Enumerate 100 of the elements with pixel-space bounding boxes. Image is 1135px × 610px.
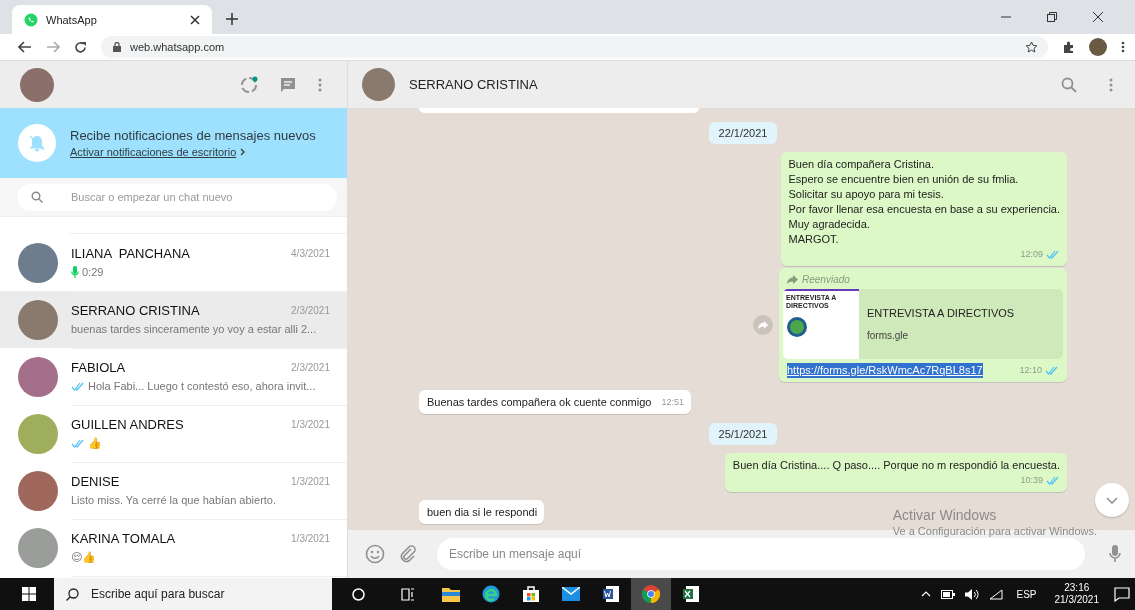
reload-icon[interactable] — [74, 40, 87, 54]
date-chip: 25/1/2021 — [708, 423, 778, 445]
muted-bell-icon — [18, 124, 56, 162]
contact-name: DENISE — [71, 474, 121, 489]
address-bar[interactable]: web.whatsapp.com — [101, 36, 1048, 58]
store-bag-icon[interactable] — [522, 585, 540, 603]
wifi-icon[interactable] — [989, 588, 1004, 600]
contact-avatar — [18, 242, 58, 283]
microphone-icon[interactable] — [1109, 545, 1121, 563]
double-check-icon — [71, 438, 85, 448]
contact-name: SERRANO CRISTINA — [71, 303, 201, 318]
more-icon[interactable] — [1121, 41, 1125, 53]
message-link[interactable]: https://forms.gle/RskWmcAc7RqBL8s17 — [787, 363, 983, 378]
message-preview: buenas tardes sinceramente yo voy a estar alli 2... — [71, 323, 317, 335]
back-arrow-icon[interactable] — [18, 41, 32, 53]
message-input[interactable]: Escribe un mensaje aquí — [437, 538, 1085, 570]
chat-date: 1/3/2021 — [291, 476, 330, 487]
language-indicator[interactable]: ESP — [1016, 588, 1037, 600]
chat-date: 4/3/2021 — [291, 248, 330, 259]
chat-date: 2/3/2021 — [291, 362, 330, 373]
chat-list-item[interactable]: DENISE 1/3/2021 Listo miss. Ya cerré la que habían abierto. — [0, 462, 347, 519]
contact-avatar — [18, 470, 58, 511]
message-preview: 👍 — [88, 436, 102, 450]
contact-avatar — [18, 413, 58, 454]
message-time: 10:39 — [1020, 474, 1043, 487]
chat-list-item[interactable]: ILIANA PANCHANA 4/3/2021 0:29 — [0, 234, 347, 291]
battery-icon[interactable] — [941, 589, 956, 599]
contact-name: GUILLEN ANDRES — [71, 416, 185, 432]
activation-title: Activar Windows — [892, 507, 998, 523]
chat-date: 1/3/2021 — [291, 532, 330, 544]
contact-name: ILIANA PANCHANA — [71, 246, 191, 261]
contact-name: KARINA TOMALA — [71, 530, 177, 546]
browser-e-icon[interactable] — [482, 585, 500, 603]
enable-notifications-link[interactable]: Activar notificaciones de escritorio — [70, 146, 237, 158]
folder-icon[interactable] — [442, 586, 460, 602]
task-view-icon[interactable] — [401, 587, 415, 601]
message-preview: Listo miss. Ya cerré la que habían abierto. — [71, 494, 277, 506]
status-icon[interactable] — [240, 75, 258, 94]
message-preview: Hola Fabi... Luego t contestó eso, ahora invit... — [88, 380, 316, 392]
double-check-icon — [71, 381, 85, 391]
spreadsheet-icon[interactable] — [682, 585, 700, 603]
link-domain: forms.gle — [867, 328, 910, 343]
chevron-up-icon[interactable] — [921, 591, 932, 597]
new-chat-icon[interactable] — [280, 76, 296, 93]
puzzle-icon[interactable] — [1062, 40, 1075, 54]
new-tab-icon[interactable] — [226, 13, 238, 25]
emblem-icon — [786, 316, 808, 338]
profile-avatar[interactable] — [1089, 38, 1107, 56]
star-icon[interactable] — [1025, 40, 1038, 54]
clock-time[interactable]: 23:16 — [1064, 582, 1090, 594]
message-time: 12:09 — [1020, 248, 1043, 261]
contact-name: FABIOLA — [71, 360, 127, 375]
search-field[interactable]: Buscar o empezar un chat nuevo — [17, 183, 337, 211]
chat-list-item[interactable]: FABIOLA 2/3/2021 Hola Fabi... Luego t contestó eso, ahora invit... — [0, 348, 347, 405]
taskbar-search-placeholder: Escribe aquí para buscar — [91, 587, 225, 601]
message-text: Buen día compañera Cristina. Espero se encuentre bien en unión de su fmlia. Solicitar su apoyo para mi tesis. Por favor llenar esa encuesta en base a su experiencia. Muy agradecida. MARGOT. — [788, 157, 1060, 247]
cortana-circle-icon[interactable] — [352, 587, 365, 601]
contact-name[interactable]: SERRANO CRISTINA — [409, 77, 538, 92]
link-title: ENTREVISTA A DIRECTIVOS — [867, 305, 1015, 321]
message-time: 12:51 — [661, 396, 684, 409]
clock-date[interactable]: 21/3/2021 — [1054, 594, 1099, 606]
contact-avatar — [18, 527, 58, 568]
chevron-down-icon — [1106, 496, 1118, 504]
notification-title: Recibe notificaciones de mensajes nuevos — [70, 128, 316, 143]
taskbar-search-field[interactable]: Escribe aquí para buscar — [54, 578, 332, 610]
search-icon[interactable] — [1061, 76, 1077, 93]
menu-icon[interactable] — [1109, 77, 1113, 92]
date-chip: 22/1/2021 — [708, 122, 778, 144]
chevron-right-icon — [240, 148, 246, 156]
paperclip-icon[interactable] — [399, 545, 417, 563]
mail-envelope-icon[interactable] — [562, 587, 580, 601]
menu-icon[interactable] — [318, 77, 322, 92]
close-icon[interactable] — [1093, 12, 1103, 22]
chat-list-item[interactable]: GUILLEN ANDRES 1/3/2021 👍 — [0, 405, 347, 462]
chat-date: 2/3/2021 — [291, 305, 330, 316]
search-icon — [31, 191, 43, 203]
browser-tab[interactable]: WhatsApp — [12, 5, 212, 34]
speaker-icon[interactable] — [965, 588, 980, 600]
chat-list-item[interactable]: SERRANO CRISTINA 2/3/2021 buenas tardes sinceramente yo voy a estar alli 2... — [0, 291, 347, 348]
taskbar-app-button[interactable] — [631, 578, 671, 610]
contact-avatar — [18, 299, 58, 340]
emoji-icon[interactable] — [365, 544, 385, 564]
restore-icon[interactable] — [1047, 12, 1057, 22]
chat-list-item[interactable]: KARINA TOMALA 1/3/2021 😌👍 — [0, 519, 347, 576]
lock-icon — [113, 42, 121, 52]
windows-logo-icon[interactable] — [22, 587, 36, 601]
user-avatar[interactable] — [20, 67, 54, 102]
word-document-icon[interactable] — [602, 585, 620, 603]
message-text: Buenas tardes compañera ok cuente conmigo — [427, 395, 652, 410]
close-icon[interactable] — [190, 14, 200, 25]
contact-avatar — [18, 356, 58, 397]
message-preview: 0:29 — [82, 266, 104, 278]
contact-avatar[interactable] — [362, 68, 395, 101]
message-text: Buen día Cristina.... Q paso.... Porque no m respondió la encuesta. — [732, 458, 1060, 473]
message-preview: 😌👍 — [71, 550, 97, 564]
url-text: web.whatsapp.com — [130, 41, 225, 53]
message-text: buen dia si le respondi — [427, 505, 538, 520]
forwarded-label: Reenviado — [802, 273, 850, 287]
chat-bubble-icon — [24, 12, 38, 27]
notification-icon[interactable] — [1114, 586, 1130, 602]
